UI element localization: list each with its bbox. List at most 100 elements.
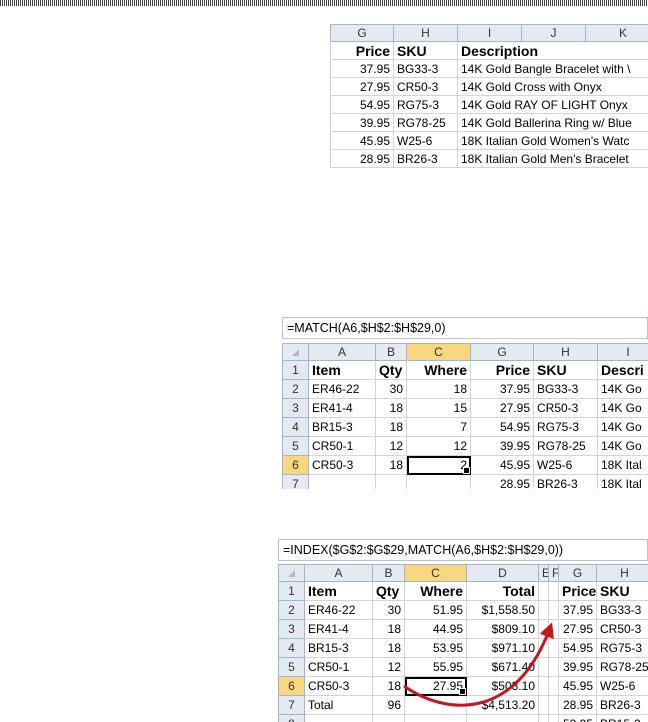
cell-price[interactable]: 45.95 [470,455,534,475]
cell-where[interactable]: 7 [406,417,471,437]
cell-sku[interactable]: BG33-3 [533,379,598,399]
cell-item[interactable]: CR50-1 [304,657,373,677]
select-all-corner[interactable] [278,564,305,582]
column-header-h[interactable]: H [393,24,458,42]
cell-empty[interactable] [548,695,559,715]
cell-where[interactable]: 15 [406,398,471,418]
row-header[interactable]: 3 [278,619,305,639]
cell-qty[interactable]: 30 [375,379,407,399]
column-header-i[interactable]: I [457,24,522,42]
fill-handle[interactable] [463,467,470,474]
cell-price[interactable]: 53.95 [558,714,597,722]
cell-description[interactable]: 14K Go [597,436,648,456]
formula-bar[interactable]: =MATCH(A6,$H$2:$H$29,0) [282,317,648,339]
cell-price[interactable]: 54.95 [470,417,534,437]
cell-description[interactable]: 18K Ital [597,455,648,475]
cell-price[interactable]: 54.95 [558,638,597,658]
cell-item[interactable]: ER46-22 [304,600,373,620]
cell-sku[interactable]: BR15-3 [596,714,648,722]
row-header[interactable]: 5 [278,657,305,677]
cell-header-where[interactable]: Where [404,581,467,601]
cell-price[interactable]: 39.95 [558,657,597,677]
row-header[interactable]: 6 [278,676,305,696]
cell-where[interactable]: 51.95 [404,600,467,620]
cell-sku[interactable]: RG75-3 [393,95,458,114]
cell-qty[interactable]: 12 [375,436,407,456]
select-all-corner[interactable] [282,343,309,361]
cell-where[interactable]: 12 [406,436,471,456]
column-header-a[interactable]: A [308,343,376,361]
cell-sku[interactable]: BR26-3 [596,695,648,715]
cell-description[interactable]: 18K Ital [597,474,648,489]
cell-empty[interactable] [538,714,549,722]
cell-price[interactable]: 27.95 [470,398,534,418]
cell-sku[interactable]: CR50-3 [393,77,458,96]
row-header[interactable]: 7 [278,695,305,715]
row-header[interactable]: 1 [278,581,305,601]
cell-sku[interactable]: W25-6 [393,131,458,150]
cell-qty[interactable]: 96 [372,695,405,715]
cell-price[interactable]: 45.95 [558,676,597,696]
cell-header-sku[interactable]: SKU [533,360,598,380]
cell-description[interactable]: 14K Gold RAY OF LIGHT Onyx [457,95,648,114]
cell-where[interactable] [406,474,471,489]
cell-empty[interactable] [538,600,549,620]
cell-empty[interactable] [538,619,549,639]
cell-price[interactable]: 45.95 [330,131,394,150]
cell-item[interactable]: ER41-4 [308,398,376,418]
cell-qty[interactable]: 18 [375,417,407,437]
cell-qty[interactable] [375,474,407,489]
cell-empty[interactable] [538,581,549,601]
column-header-e[interactable]: E [538,564,549,582]
cell-header-qty[interactable]: Qty [375,360,407,380]
cell-item[interactable]: BR15-3 [308,417,376,437]
cell-item[interactable]: CR50-3 [308,455,376,475]
cell-qty[interactable]: 18 [372,638,405,658]
cell-empty[interactable] [538,695,549,715]
cell-empty[interactable] [548,714,559,722]
column-header-f[interactable]: F [548,564,559,582]
cell-where[interactable]: 27.95 [404,676,467,696]
cell-sku[interactable]: RG78-25 [533,436,598,456]
cell-price[interactable]: 39.95 [470,436,534,456]
fill-handle[interactable] [459,688,466,695]
cell-where[interactable]: 2 [406,455,471,475]
cell-header-price[interactable]: Price [558,581,597,601]
cell-sku[interactable]: RG75-3 [533,417,598,437]
cell-item[interactable]: Total [304,695,373,715]
cell-item[interactable]: ER41-4 [304,619,373,639]
row-header[interactable]: 2 [282,379,309,399]
cell-sku[interactable]: RG75-3 [596,638,648,658]
column-header-c[interactable]: C [406,343,471,361]
cell-qty[interactable]: 30 [372,600,405,620]
row-header[interactable]: 2 [278,600,305,620]
cell-price[interactable]: 28.95 [558,695,597,715]
cell-description[interactable]: 14K Gold Ballerina Ring w/ Blue [457,113,648,132]
column-header-g[interactable]: G [330,24,394,42]
column-header-b[interactable]: B [372,564,405,582]
cell-price[interactable]: 39.95 [330,113,394,132]
cell-item[interactable]: ER46-22 [308,379,376,399]
cell-header-description[interactable]: Descri [597,360,648,380]
cell-where[interactable] [404,695,467,715]
column-header-j[interactable]: J [521,24,586,42]
cell-sku[interactable]: W25-6 [533,455,598,475]
cell-empty[interactable] [548,581,559,601]
cell-empty[interactable] [538,657,549,677]
column-header-g[interactable]: G [558,564,597,582]
cell-qty[interactable] [372,714,405,722]
cell-total[interactable]: $1,558.50 [466,600,539,620]
column-header-c[interactable]: C [404,564,467,582]
cell-empty[interactable] [548,657,559,677]
cell-qty[interactable]: 18 [375,455,407,475]
row-header[interactable]: 5 [282,436,309,456]
cell-where[interactable]: 55.95 [404,657,467,677]
column-header-a[interactable]: A [304,564,373,582]
cell-qty[interactable]: 18 [372,676,405,696]
cell-total[interactable] [466,714,539,722]
cell-qty[interactable]: 12 [372,657,405,677]
column-header-g[interactable]: G [470,343,534,361]
cell-qty[interactable]: 18 [372,619,405,639]
formula-bar[interactable]: =INDEX($G$2:$G$29,MATCH(A6,$H$2:$H$29,0)… [278,539,648,561]
cell-sku[interactable]: BG33-3 [596,600,648,620]
